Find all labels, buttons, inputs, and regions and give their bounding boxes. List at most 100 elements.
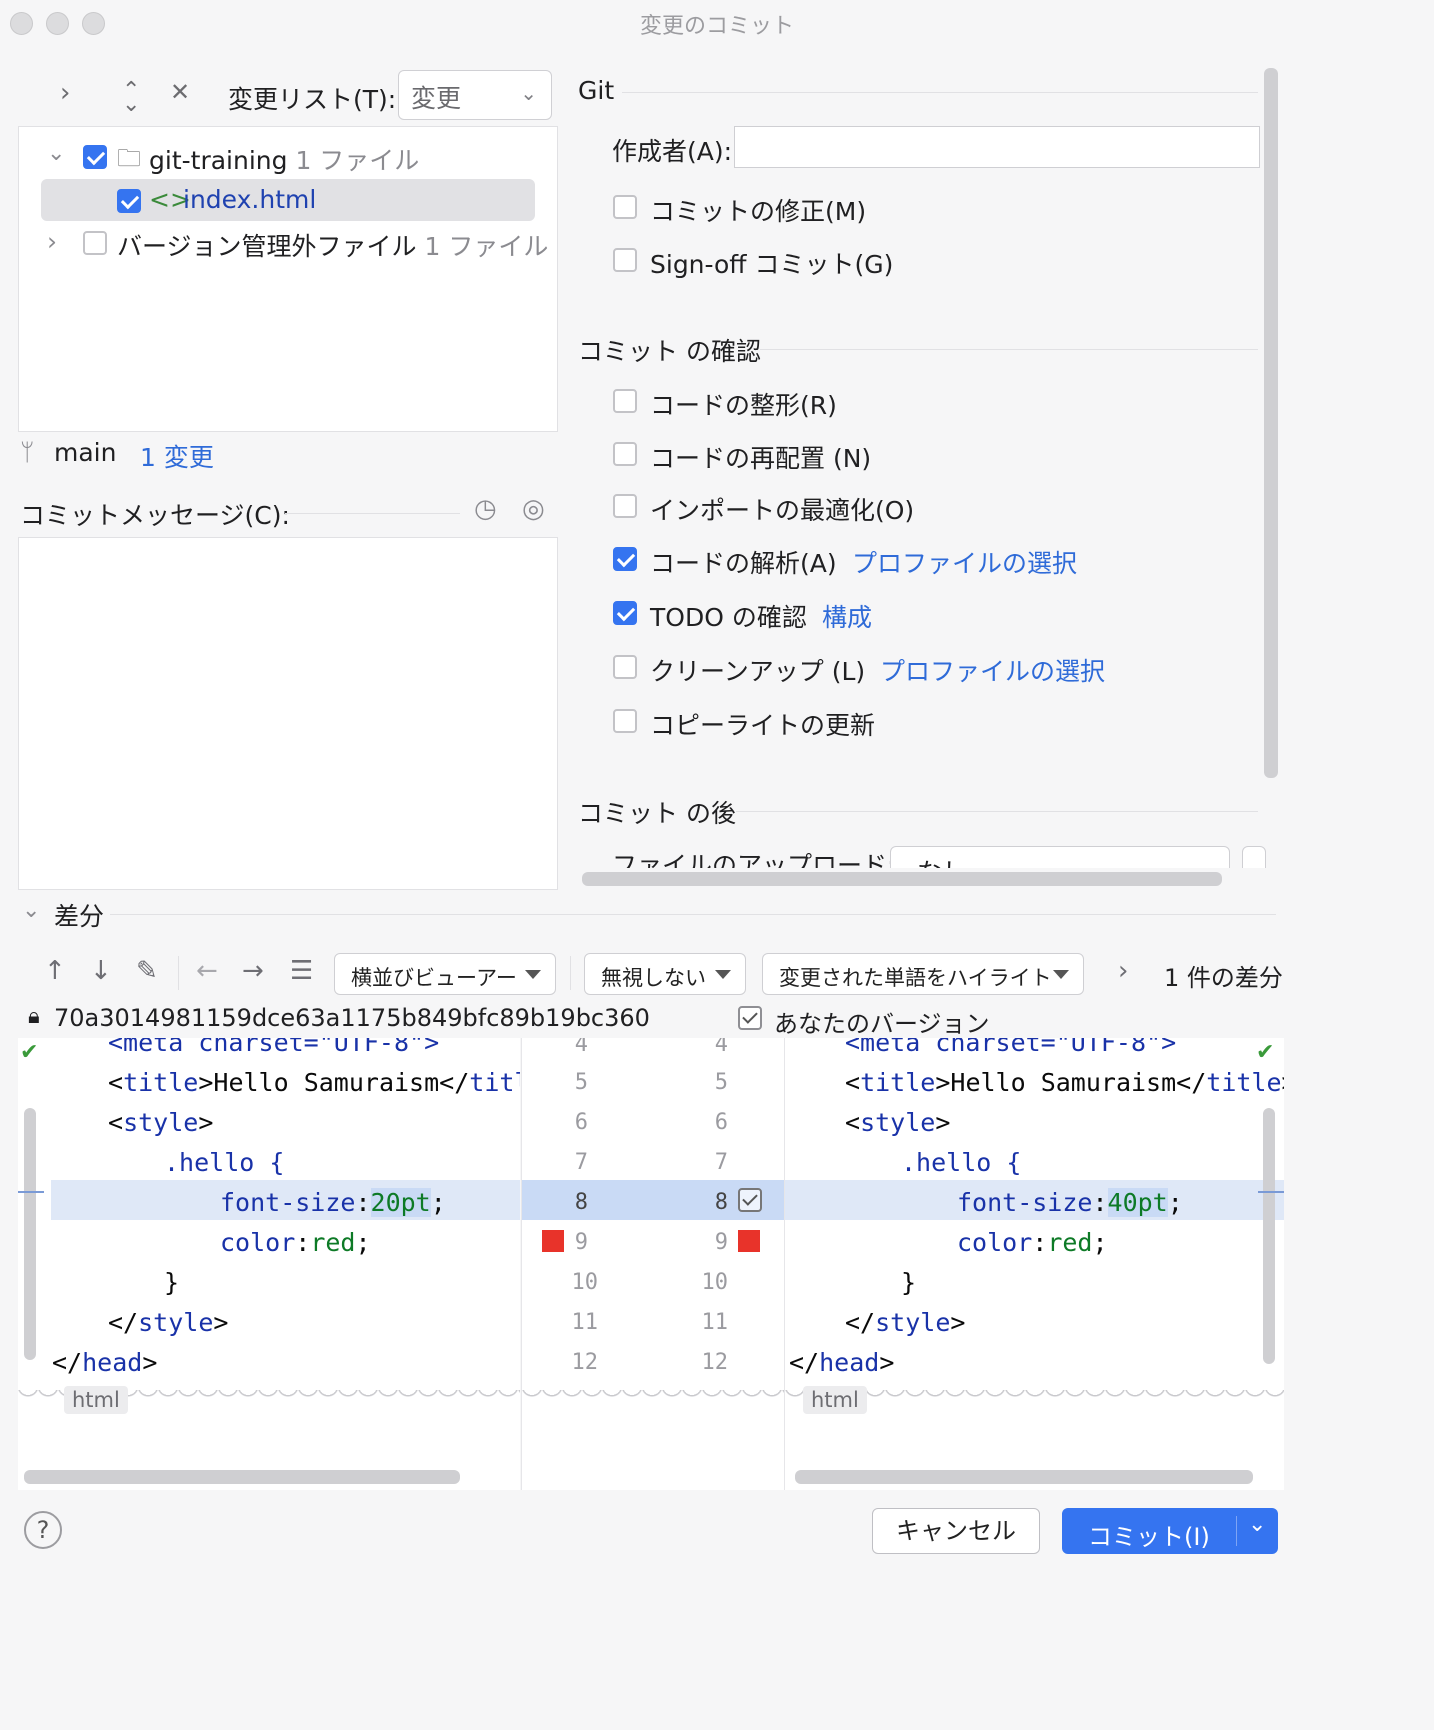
divider	[570, 956, 571, 990]
signoff-label[interactable]: Sign-off コミット(G)	[650, 245, 893, 281]
divider	[285, 513, 460, 514]
reformat-checkbox[interactable]	[613, 389, 637, 413]
code-property: font-size	[957, 1188, 1093, 1217]
collapsed-lines-marker[interactable]	[522, 1390, 784, 1404]
diff-gutter: 4 4 5 5 6 6 7 7 8 8 9 9 10 10 11 11 12 1…	[521, 1038, 785, 1490]
chevron-down-icon[interactable]: ⌄	[22, 898, 40, 923]
viewer-value: 横並びビューアー	[351, 966, 517, 990]
code-tag: style	[138, 1308, 214, 1337]
optimize-imports-label[interactable]: インポートの最適化(O)	[650, 491, 914, 527]
tree-root-item[interactable]: git-training 1 ファイル	[149, 141, 419, 177]
edit-icon[interactable]: ✎	[136, 956, 158, 986]
code-tag: style	[860, 1108, 936, 1137]
prev-diff-icon[interactable]: ↑	[44, 956, 66, 986]
code-meta: <meta charset="UTF-8">	[108, 1038, 440, 1057]
chevron-right-icon[interactable]: ›	[47, 227, 57, 256]
changelist-select[interactable]: 変更 ⌄	[398, 70, 552, 120]
upload-row-clip: ファイルのアップロード: なし	[578, 846, 1268, 868]
left-line-number: 9	[574, 1230, 588, 1255]
amend-label[interactable]: コミットの修正(M)	[650, 192, 866, 228]
right-line-number: 5	[714, 1070, 728, 1095]
back-icon[interactable]: ←	[196, 956, 218, 986]
divider	[110, 914, 1276, 915]
root-checkbox[interactable]	[83, 145, 107, 169]
title-bar: 変更のコミット	[0, 0, 1434, 48]
todo-label[interactable]: TODO の確認	[650, 598, 807, 634]
unversioned-item[interactable]: バージョン管理外ファイル 1 ファイル	[117, 227, 548, 263]
left-line-number: 12	[571, 1350, 599, 1375]
chevron-right-icon[interactable]: ›	[1118, 956, 1128, 986]
expand-icon[interactable]: ›	[60, 78, 70, 108]
ai-assistant-icon[interactable]: ◎	[522, 494, 545, 524]
code-selector: .hello {	[164, 1148, 285, 1177]
todo-configure-link[interactable]: 構成	[822, 598, 872, 634]
right-version-checkbox[interactable]	[738, 1006, 762, 1030]
unversioned-name: バージョン管理外ファイル	[117, 232, 417, 261]
divider	[178, 956, 179, 990]
branch-icon: ᛘ	[20, 438, 35, 466]
left-vertical-scrollbar[interactable]	[24, 1108, 36, 1360]
change-count-link[interactable]: 1 変更	[140, 438, 214, 474]
copyright-label[interactable]: コピーライトの更新	[650, 706, 875, 742]
author-input[interactable]	[734, 126, 1260, 168]
commit-button[interactable]: コミット(I) ⌄	[1062, 1508, 1278, 1554]
signoff-checkbox[interactable]	[613, 248, 637, 272]
left-horizontal-scrollbar[interactable]	[24, 1470, 460, 1484]
cleanup-checkbox[interactable]	[613, 655, 637, 679]
highlight-dropdown[interactable]: 変更された単語をハイライト	[762, 953, 1084, 995]
rearrange-label[interactable]: コードの再配置 (N)	[650, 439, 871, 475]
help-button[interactable]: ?	[24, 1511, 62, 1549]
upload-config-button[interactable]	[1242, 846, 1266, 868]
copyright-checkbox[interactable]	[613, 709, 637, 733]
options-horizontal-scrollbar[interactable]	[582, 872, 1222, 886]
forward-icon[interactable]: →	[242, 956, 264, 986]
changelist-label: 変更リスト(T):	[228, 85, 397, 114]
file-name[interactable]: index.html	[183, 185, 316, 214]
chevron-down-icon[interactable]: ⌄	[1248, 1512, 1266, 1537]
left-diff-pane[interactable]: <meta charset="UTF-8"> <title>Hello Samu…	[18, 1038, 520, 1490]
right-line-number: 6	[714, 1110, 728, 1135]
history-icon[interactable]: ◷	[474, 494, 497, 524]
reformat-label[interactable]: コードの整形(R)	[650, 386, 837, 422]
optimize-imports-checkbox[interactable]	[613, 494, 637, 518]
viewer-dropdown[interactable]: 横並びビューアー	[334, 953, 556, 995]
collapse-icon[interactable]: ✕	[170, 78, 190, 106]
divider	[760, 349, 1258, 350]
todo-checkbox[interactable]	[613, 601, 637, 625]
cancel-button[interactable]: キャンセル	[872, 1508, 1040, 1554]
cleanup-label[interactable]: クリーンアップ (L)	[650, 652, 865, 688]
analyze-code-label[interactable]: コードの解析(A)	[650, 544, 837, 580]
ignore-dropdown[interactable]: 無視しない	[584, 953, 746, 995]
commit-message-input[interactable]	[18, 537, 558, 890]
left-line-number: 10	[571, 1270, 599, 1295]
breakpoint-marker[interactable]	[738, 1230, 760, 1252]
right-horizontal-scrollbar[interactable]	[795, 1470, 1253, 1484]
right-diff-pane[interactable]: <meta charset="UTF-8"> <title>Hello Samu…	[785, 1038, 1284, 1490]
code-tag: title	[860, 1068, 936, 1097]
diff-count: 1 件の差分	[1164, 964, 1283, 992]
chevron-down-icon[interactable]: ⌄	[47, 141, 65, 166]
right-version-title: あなたのバージョン	[774, 1010, 990, 1038]
branch-name[interactable]: main	[54, 438, 116, 467]
file-checkbox[interactable]	[117, 189, 141, 213]
rearrange-checkbox[interactable]	[613, 442, 637, 466]
right-vertical-scrollbar[interactable]	[1263, 1108, 1275, 1364]
dropdown-arrow-icon	[1053, 970, 1069, 979]
change-marker	[1258, 1191, 1284, 1193]
unversioned-count: 1 ファイル	[424, 232, 549, 261]
code-tag: title	[1206, 1068, 1282, 1097]
root-count: 1 ファイル	[295, 146, 420, 175]
include-change-checkbox[interactable]	[738, 1188, 762, 1212]
unversioned-checkbox[interactable]	[83, 231, 107, 255]
left-line-number: 8	[574, 1190, 588, 1215]
collapse-all-icon[interactable]: ⌄	[122, 92, 140, 117]
amend-checkbox[interactable]	[613, 195, 637, 219]
cleanup-profile-link[interactable]: プロファイルの選択	[880, 652, 1105, 688]
analyze-profile-link[interactable]: プロファイルの選択	[852, 544, 1077, 580]
upload-select[interactable]: なし	[890, 846, 1230, 868]
options-vertical-scrollbar[interactable]	[1264, 68, 1278, 778]
document-icon[interactable]: ☰	[290, 956, 313, 986]
next-diff-icon[interactable]: ↓	[90, 956, 112, 986]
git-section-title: Git	[578, 76, 615, 105]
analyze-code-checkbox[interactable]	[613, 547, 637, 571]
